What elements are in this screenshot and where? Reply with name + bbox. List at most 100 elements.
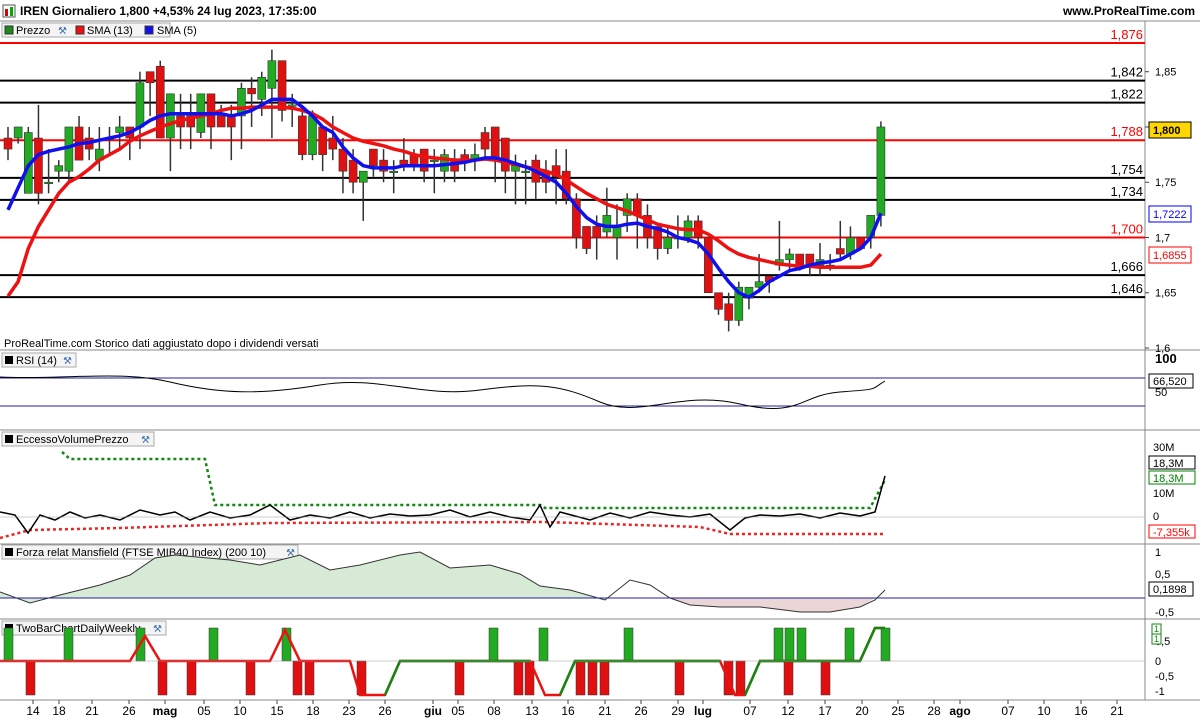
candle-body[interactable]	[267, 60, 277, 89]
candle-body[interactable]	[490, 126, 500, 161]
twobar-up-bar	[538, 627, 549, 662]
twobar-axis-label: 0	[1155, 656, 1161, 668]
x-axis-label: 17	[818, 704, 832, 718]
candle-body[interactable]	[724, 303, 733, 321]
twobar-up-bar	[63, 627, 74, 662]
level-label: 1,666	[1110, 259, 1143, 274]
candle-body[interactable]	[115, 126, 124, 133]
candle-body[interactable]	[3, 137, 13, 150]
twobar-badge-label: 1	[1154, 634, 1159, 644]
level-label: 1,822	[1110, 87, 1143, 102]
rsi-badge-label: 66,520	[1153, 376, 1187, 388]
candle-body[interactable]	[876, 126, 886, 216]
twobar-down-bar	[575, 660, 586, 696]
candle-body[interactable]	[13, 126, 23, 139]
candle-body[interactable]	[429, 159, 439, 162]
price-axis-label: 1,75	[1155, 177, 1176, 189]
candle-body[interactable]	[602, 215, 612, 233]
candle-body[interactable]	[318, 126, 327, 155]
mansfield-axis-label: -0,5	[1155, 607, 1174, 619]
twobar-down-bar	[820, 660, 831, 696]
x-axis-label: 26	[378, 704, 392, 718]
x-axis-label: 21	[1110, 704, 1124, 718]
x-axis-label: giu	[424, 704, 442, 718]
candle-body[interactable]	[785, 253, 794, 260]
x-axis-label: 26	[122, 704, 136, 718]
sma13-legend-swatch	[75, 25, 85, 35]
candle-body[interactable]	[419, 148, 429, 172]
volume-legend-label: EccessoVolumePrezzo	[16, 434, 129, 446]
twobar-axis-label: -0,5	[1155, 671, 1174, 683]
candle-body[interactable]	[389, 170, 399, 173]
candle-body[interactable]	[663, 237, 673, 249]
twobar-down-bar	[599, 660, 610, 696]
candle-body[interactable]	[277, 60, 287, 111]
candle-body[interactable]	[328, 137, 338, 150]
x-axis-label: 07	[743, 704, 757, 718]
volume-legend-swatch	[5, 435, 13, 443]
sma5-legend-swatch	[144, 25, 154, 35]
x-axis-label: 10	[1037, 704, 1051, 718]
x-axis-label: lug	[694, 704, 712, 718]
candle-body[interactable]	[795, 253, 805, 266]
candle-body[interactable]	[714, 292, 723, 310]
twobar-down-bar	[587, 660, 598, 696]
candle-body[interactable]	[34, 137, 43, 194]
twobar-wrench-icon[interactable]: ⚒	[153, 624, 162, 635]
x-axis-label: 25	[891, 704, 905, 718]
level-label: 1,700	[1110, 221, 1143, 236]
chart-canvas[interactable]: IREN Giornaliero 1,800 +4,53% 24 lug 202…	[0, 0, 1200, 720]
rsi-wrench-icon[interactable]: ⚒	[63, 356, 72, 367]
candle-body[interactable]	[257, 76, 267, 100]
candle-body[interactable]	[582, 226, 591, 249]
volume-axis-label: 0	[1153, 511, 1159, 523]
x-axis-label: 20	[855, 704, 869, 718]
candle-body[interactable]	[348, 159, 358, 183]
x-axis-label: 07	[1001, 704, 1015, 718]
mansfield-legend-swatch	[5, 548, 13, 556]
mansfield-axis-label: 1	[1155, 547, 1161, 559]
candle-body[interactable]	[135, 82, 145, 128]
candle-body[interactable]	[206, 93, 216, 128]
candle-body[interactable]	[835, 248, 845, 255]
candle-body[interactable]	[216, 115, 226, 128]
candle-body[interactable]	[298, 115, 307, 155]
candle-body[interactable]	[308, 115, 317, 155]
candle-body[interactable]	[44, 181, 53, 185]
candle-body[interactable]	[704, 237, 713, 294]
volume-upper-dotted	[61, 451, 887, 510]
candle-body[interactable]	[521, 170, 530, 173]
twobar-down-bar	[245, 660, 256, 696]
candle-body[interactable]	[54, 165, 64, 172]
sma5-line	[6, 97, 883, 299]
twobar-axis-label: -1	[1155, 686, 1165, 698]
twobar-down-bar	[783, 660, 794, 696]
candle-body[interactable]	[480, 132, 490, 150]
candle-body[interactable]	[592, 226, 602, 238]
price-badge-label: 1,7222	[1153, 209, 1187, 221]
wrench-icon[interactable]: ⚒	[58, 26, 67, 37]
x-axis-label: 12	[781, 704, 795, 718]
price-axis-label: 1,7	[1155, 232, 1170, 244]
x-axis-label: 29	[671, 704, 685, 718]
twobar-up-bar	[488, 627, 499, 662]
x-axis-label: 21	[598, 704, 612, 718]
candle-body[interactable]	[145, 71, 155, 84]
candle-body[interactable]	[358, 170, 368, 183]
x-axis-label: 15	[270, 704, 284, 718]
level-label: 1,788	[1110, 124, 1143, 139]
x-axis-label: 18	[52, 704, 66, 718]
x-axis-label: 08	[487, 704, 501, 718]
volume-axis-label: 30M	[1153, 442, 1174, 454]
candle-body[interactable]	[247, 88, 256, 95]
level-label: 1,876	[1110, 27, 1143, 42]
x-axis-label: mag	[153, 704, 178, 718]
candle-body[interactable]	[501, 137, 510, 172]
x-axis-label: 10	[233, 704, 247, 718]
candle-body[interactable]	[369, 148, 378, 166]
price-badge-label: 1,800	[1153, 125, 1181, 137]
volume-wrench-icon[interactable]: ⚒	[141, 435, 150, 446]
volume-lower-dotted	[0, 520, 885, 540]
site-url[interactable]: www.ProRealTime.com	[1062, 4, 1195, 18]
twobar-down-bar	[513, 660, 524, 696]
